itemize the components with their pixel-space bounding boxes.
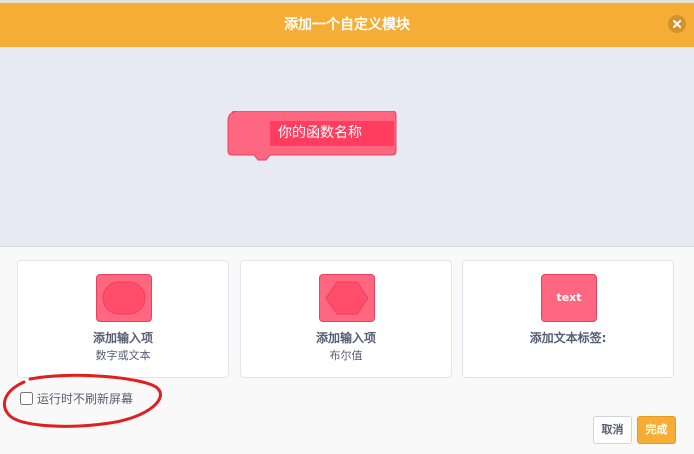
card-title: 添加输入项 xyxy=(315,331,376,345)
add-input-boolean-card[interactable]: 添加输入项 布尔值 xyxy=(240,260,452,378)
hexagon-input-icon xyxy=(319,274,375,322)
round-input-icon xyxy=(96,274,152,322)
close-icon xyxy=(673,20,681,28)
dialog-title: 添加一个自定义模块 xyxy=(284,17,410,33)
card-subtitle: 布尔值 xyxy=(329,349,363,362)
no-refresh-label: 运行时不刷新屏幕 xyxy=(37,392,134,406)
custom-block-dialog: 添加一个自定义模块 你的函数名称 添加输入项 数字或文本 添加输入项 布尔值 t… xyxy=(0,3,694,454)
card-subtitle: 数字或文本 xyxy=(95,349,151,362)
no-refresh-checkbox[interactable] xyxy=(20,392,33,405)
editor-stage: 添加一个自定义模块 你的函数名称 添加输入项 数字或文本 添加输入项 布尔值 t… xyxy=(0,0,694,454)
card-title: 添加输入项 xyxy=(92,331,153,345)
add-text-label-card[interactable]: text 添加文本标签: xyxy=(462,260,674,378)
done-button[interactable]: 完成 xyxy=(637,416,676,444)
close-button[interactable] xyxy=(668,15,686,33)
text-icon-label: text xyxy=(556,291,582,304)
cancel-button[interactable]: 取消 xyxy=(593,416,632,444)
function-name-input[interactable]: 你的函数名称 xyxy=(270,121,394,146)
card-title: 添加文本标签: xyxy=(529,331,607,345)
text-label-icon: text xyxy=(541,274,597,322)
add-input-number-text-card[interactable]: 添加输入项 数字或文本 xyxy=(17,260,229,378)
dialog-header: 添加一个自定义模块 xyxy=(0,3,694,47)
input-options: 添加输入项 数字或文本 添加输入项 布尔值 text 添加文本标签: xyxy=(17,260,677,380)
block-preview-area: 你的函数名称 xyxy=(0,47,694,247)
define-block[interactable]: 你的函数名称 xyxy=(226,110,398,165)
